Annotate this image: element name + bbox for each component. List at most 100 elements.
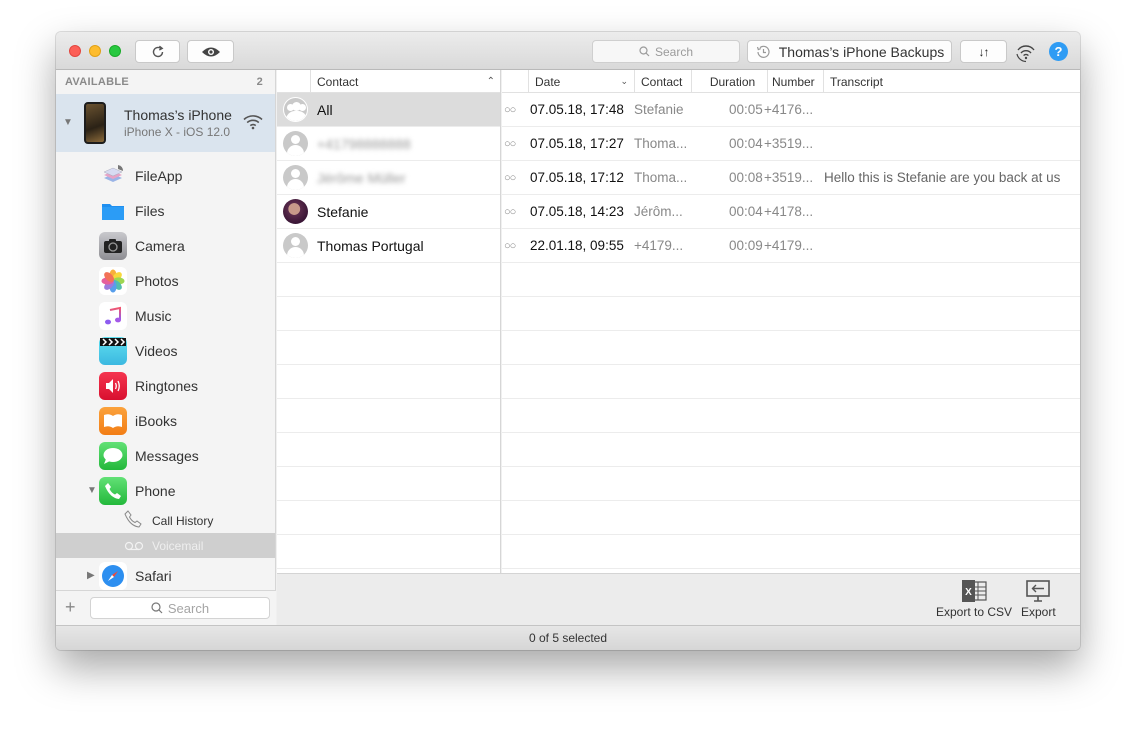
contact-row[interactable]: +41798888888 [277, 127, 500, 161]
empty-row [502, 467, 1080, 501]
sidebar-item-fileapp[interactable]: FileApp [56, 158, 275, 193]
sort-ascending-icon: ⌃ [486, 76, 495, 87]
help-button[interactable]: ? [1049, 42, 1068, 61]
default-avatar-icon [283, 165, 308, 190]
iphone-thumbnail-icon [84, 102, 106, 144]
zoom-window-button[interactable] [109, 45, 121, 57]
empty-row [277, 297, 500, 331]
voicemail-date: 07.05.18, 17:12 [530, 170, 624, 185]
transfer-arrows-icon: ↓↑ [978, 44, 990, 59]
sidebar-item-label: Voicemail [152, 538, 204, 553]
add-button[interactable]: + [65, 597, 76, 618]
contacts-header: Contact ⌃ [277, 70, 500, 93]
sidebar-item-phone[interactable]: ▼ Phone [56, 473, 275, 508]
column-header-label: Number [772, 74, 815, 89]
minimize-window-button[interactable] [89, 45, 101, 57]
empty-row [277, 399, 500, 433]
sidebar-item-camera[interactable]: Camera [56, 228, 275, 263]
contact-name: Thomas Portugal [317, 237, 424, 254]
export-csv-button[interactable]: X Export to CSV [936, 580, 1012, 619]
device-item[interactable]: ▼ Thomas’s iPhone iPhone X - iOS 12.0 [56, 94, 275, 152]
history-clock-icon [756, 45, 770, 58]
sidebar-item-ibooks[interactable]: iBooks [56, 403, 275, 438]
sidebar-item-label: Videos [135, 342, 178, 359]
voicemail-row[interactable]: ○○ 07.05.18, 14:23 Jérôm... 00:04 +4178... [502, 195, 1080, 229]
voicemail-date: 07.05.18, 14:23 [530, 204, 624, 219]
sidebar-search-input[interactable]: Search [90, 597, 270, 619]
sidebar-item-music[interactable]: Music [56, 298, 275, 333]
contacts-list: Contact ⌃ All +41798888888 Jérôme Müller St… [277, 70, 501, 573]
column-header-transcript[interactable]: Transcript [823, 70, 1080, 93]
sidebar-item-messages[interactable]: Messages [56, 438, 275, 473]
voicemail-row[interactable]: ○○ 07.05.18, 17:12 Thoma... 00:08 +3519... He… [502, 161, 1080, 195]
column-header-number[interactable]: Number [767, 70, 823, 93]
disclosure-triangle-open-icon[interactable]: ▼ [87, 485, 97, 496]
voicemail-number: +3519... [764, 136, 814, 151]
voicemail-icon: ○○ [504, 172, 516, 184]
column-header-label: Duration [709, 74, 756, 89]
device-subtitle: iPhone X - iOS 12.0 [124, 125, 231, 139]
disclosure-triangle-open-icon[interactable]: ▼ [63, 117, 73, 128]
export-button[interactable]: Export [1021, 580, 1056, 619]
contact-row[interactable]: Jérôme Müller [277, 161, 500, 195]
voicemail-contact: Thoma... [634, 136, 688, 151]
sidebar-item-files[interactable]: Files [56, 193, 275, 228]
contact-row[interactable]: All [277, 93, 500, 127]
svg-text:X: X [965, 587, 972, 598]
voicemail-row[interactable]: ○○ 07.05.18, 17:27 Thoma... 00:04 +3519... [502, 127, 1080, 161]
backups-label: Thomas’s iPhone Backups [778, 43, 945, 60]
contact-column-header[interactable]: Contact ⌃ [310, 70, 501, 93]
sidebar-item-ringtones[interactable]: Ringtones [56, 368, 275, 403]
sidebar-item-safari[interactable]: ▶ Safari [56, 558, 275, 593]
column-header-label: Date [535, 74, 561, 89]
status-bar: 0 of 5 selected [56, 625, 1080, 650]
sidebar-item-photos[interactable]: Photos [56, 263, 275, 298]
voicemail-duration: 00:05 [729, 102, 763, 117]
contact-photo-avatar [283, 199, 308, 224]
camera-icon [99, 232, 127, 260]
empty-row [502, 433, 1080, 467]
voicemail-icon: ○○ [504, 240, 516, 252]
photos-icon [99, 267, 127, 295]
voicemail-number: +4179... [764, 238, 814, 253]
contact-name: All [317, 101, 333, 118]
contact-row[interactable]: Stefanie [277, 195, 500, 229]
sidebar-item-label: iBooks [135, 412, 178, 429]
toolbar-search-input[interactable]: Search [592, 40, 740, 63]
preview-button[interactable] [187, 40, 234, 63]
voicemail-date: 07.05.18, 17:48 [530, 102, 624, 117]
column-header-date[interactable]: Date ⌄ [528, 70, 634, 93]
device-name: Thomas’s iPhone [124, 107, 232, 123]
sidebar-item-label: Call History [152, 513, 214, 528]
wifi-sync-icon[interactable] [1015, 41, 1037, 63]
sidebar-search-placeholder: Search [167, 600, 210, 616]
empty-row [277, 365, 500, 399]
disclosure-triangle-closed-icon[interactable]: ▶ [87, 570, 95, 581]
sidebar-subitem-voicemail[interactable]: Voicemail [56, 533, 275, 558]
voicemail-duration: 00:04 [729, 204, 763, 219]
contact-row[interactable]: Thomas Portugal [277, 229, 500, 263]
empty-row [502, 263, 1080, 297]
column-header-label: Transcript [830, 74, 883, 89]
voicemail-number: +4176... [764, 102, 814, 117]
sidebar-item-videos[interactable]: Videos [56, 333, 275, 368]
close-window-button[interactable] [69, 45, 81, 57]
fileapp-icon [99, 162, 127, 190]
voicemail-number: +4178... [764, 204, 814, 219]
transfer-button[interactable]: ↓↑ [960, 40, 1007, 63]
sidebar-item-label: Files [135, 202, 165, 219]
search-icon [151, 602, 163, 614]
voicemail-number: +3519... [764, 170, 814, 185]
column-header-duration[interactable]: Duration [691, 70, 767, 93]
refresh-button[interactable] [135, 40, 180, 63]
search-icon [639, 46, 650, 57]
empty-row [277, 263, 500, 297]
sidebar-subitem-call-history[interactable]: Call History [56, 508, 275, 533]
voicemail-row[interactable]: ○○ 22.01.18, 09:55 +4179... 00:09 +4179... [502, 229, 1080, 263]
voicemail-transcript: Hello this is Stefanie are you back at u… [824, 170, 1061, 185]
voicemail-row[interactable]: ○○ 07.05.18, 17:48 Stefanie 00:05 +4176... [502, 93, 1080, 127]
voicemail-contact: Thoma... [634, 170, 688, 185]
backups-button[interactable]: Thomas’s iPhone Backups [747, 40, 952, 63]
column-header-contact[interactable]: Contact [634, 70, 691, 93]
empty-row [277, 433, 500, 467]
